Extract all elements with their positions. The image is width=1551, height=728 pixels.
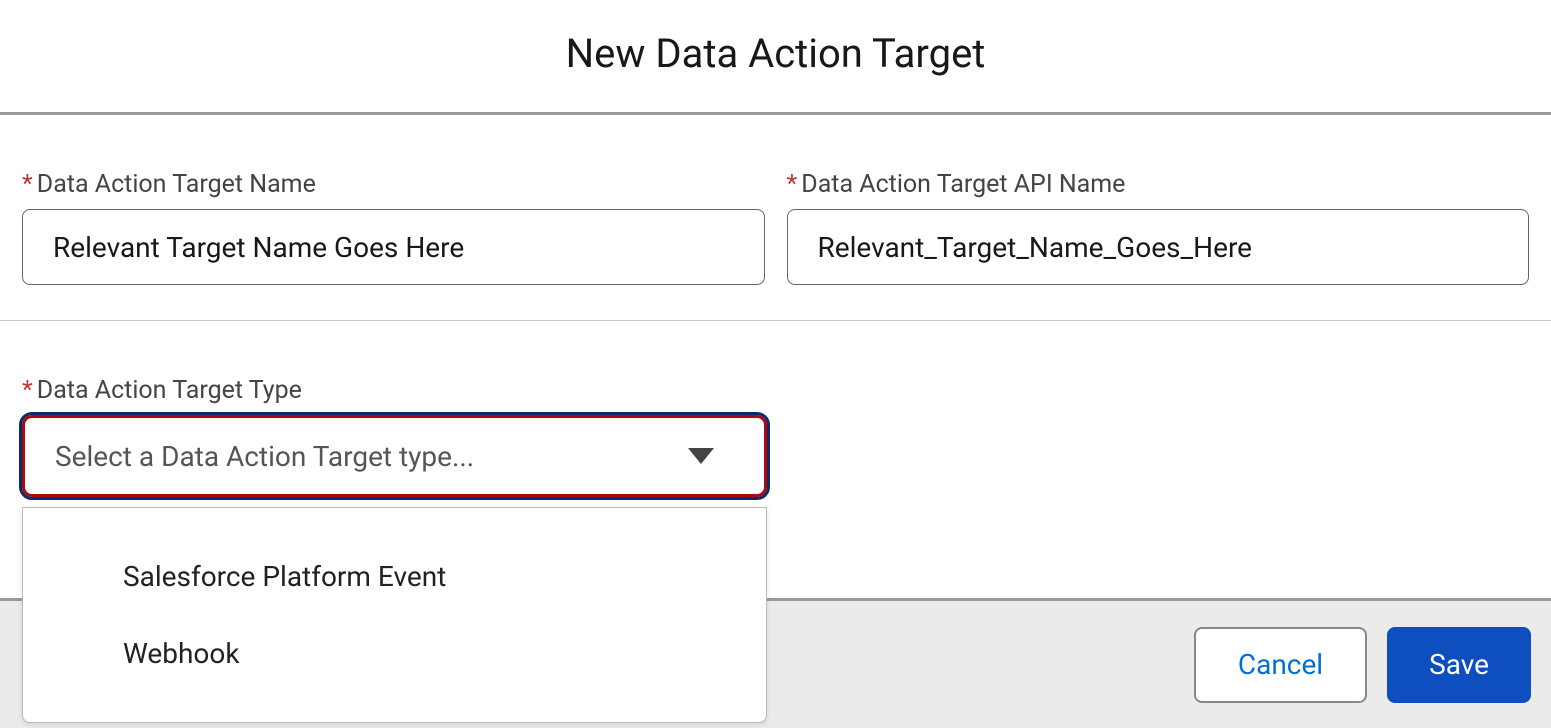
chevron-down-icon: [688, 448, 714, 464]
cancel-button[interactable]: Cancel: [1194, 627, 1367, 703]
required-asterisk: *: [22, 170, 33, 199]
dropdown-target-type: Salesforce Platform Event Webhook: [22, 507, 767, 723]
required-asterisk: *: [787, 170, 798, 199]
dialog-title: New Data Action Target: [0, 30, 1551, 77]
label-target-name: *Data Action Target Name: [22, 170, 765, 199]
section-type: *Data Action Target Type Select a Data A…: [0, 321, 1551, 532]
label-target-type-text: Data Action Target Type: [37, 376, 302, 405]
select-placeholder: Select a Data Action Target type...: [55, 440, 474, 473]
input-api-name[interactable]: [787, 209, 1530, 285]
select-target-type[interactable]: Select a Data Action Target type...: [22, 415, 767, 497]
field-api-name: *Data Action Target API Name: [787, 170, 1530, 285]
required-asterisk: *: [22, 376, 33, 405]
label-target-type: *Data Action Target Type: [22, 376, 767, 405]
field-target-type: *Data Action Target Type Select a Data A…: [22, 376, 767, 497]
dialog-header: New Data Action Target: [0, 0, 1551, 115]
label-target-name-text: Data Action Target Name: [37, 170, 316, 199]
save-button[interactable]: Save: [1387, 627, 1531, 703]
option-salesforce-platform-event[interactable]: Salesforce Platform Event: [23, 538, 766, 615]
option-webhook[interactable]: Webhook: [23, 615, 766, 692]
label-api-name: *Data Action Target API Name: [787, 170, 1530, 199]
input-target-name[interactable]: [22, 209, 765, 285]
section-names: *Data Action Target Name *Data Action Ta…: [0, 115, 1551, 321]
field-target-name: *Data Action Target Name: [22, 170, 765, 285]
label-api-name-text: Data Action Target API Name: [801, 170, 1125, 199]
